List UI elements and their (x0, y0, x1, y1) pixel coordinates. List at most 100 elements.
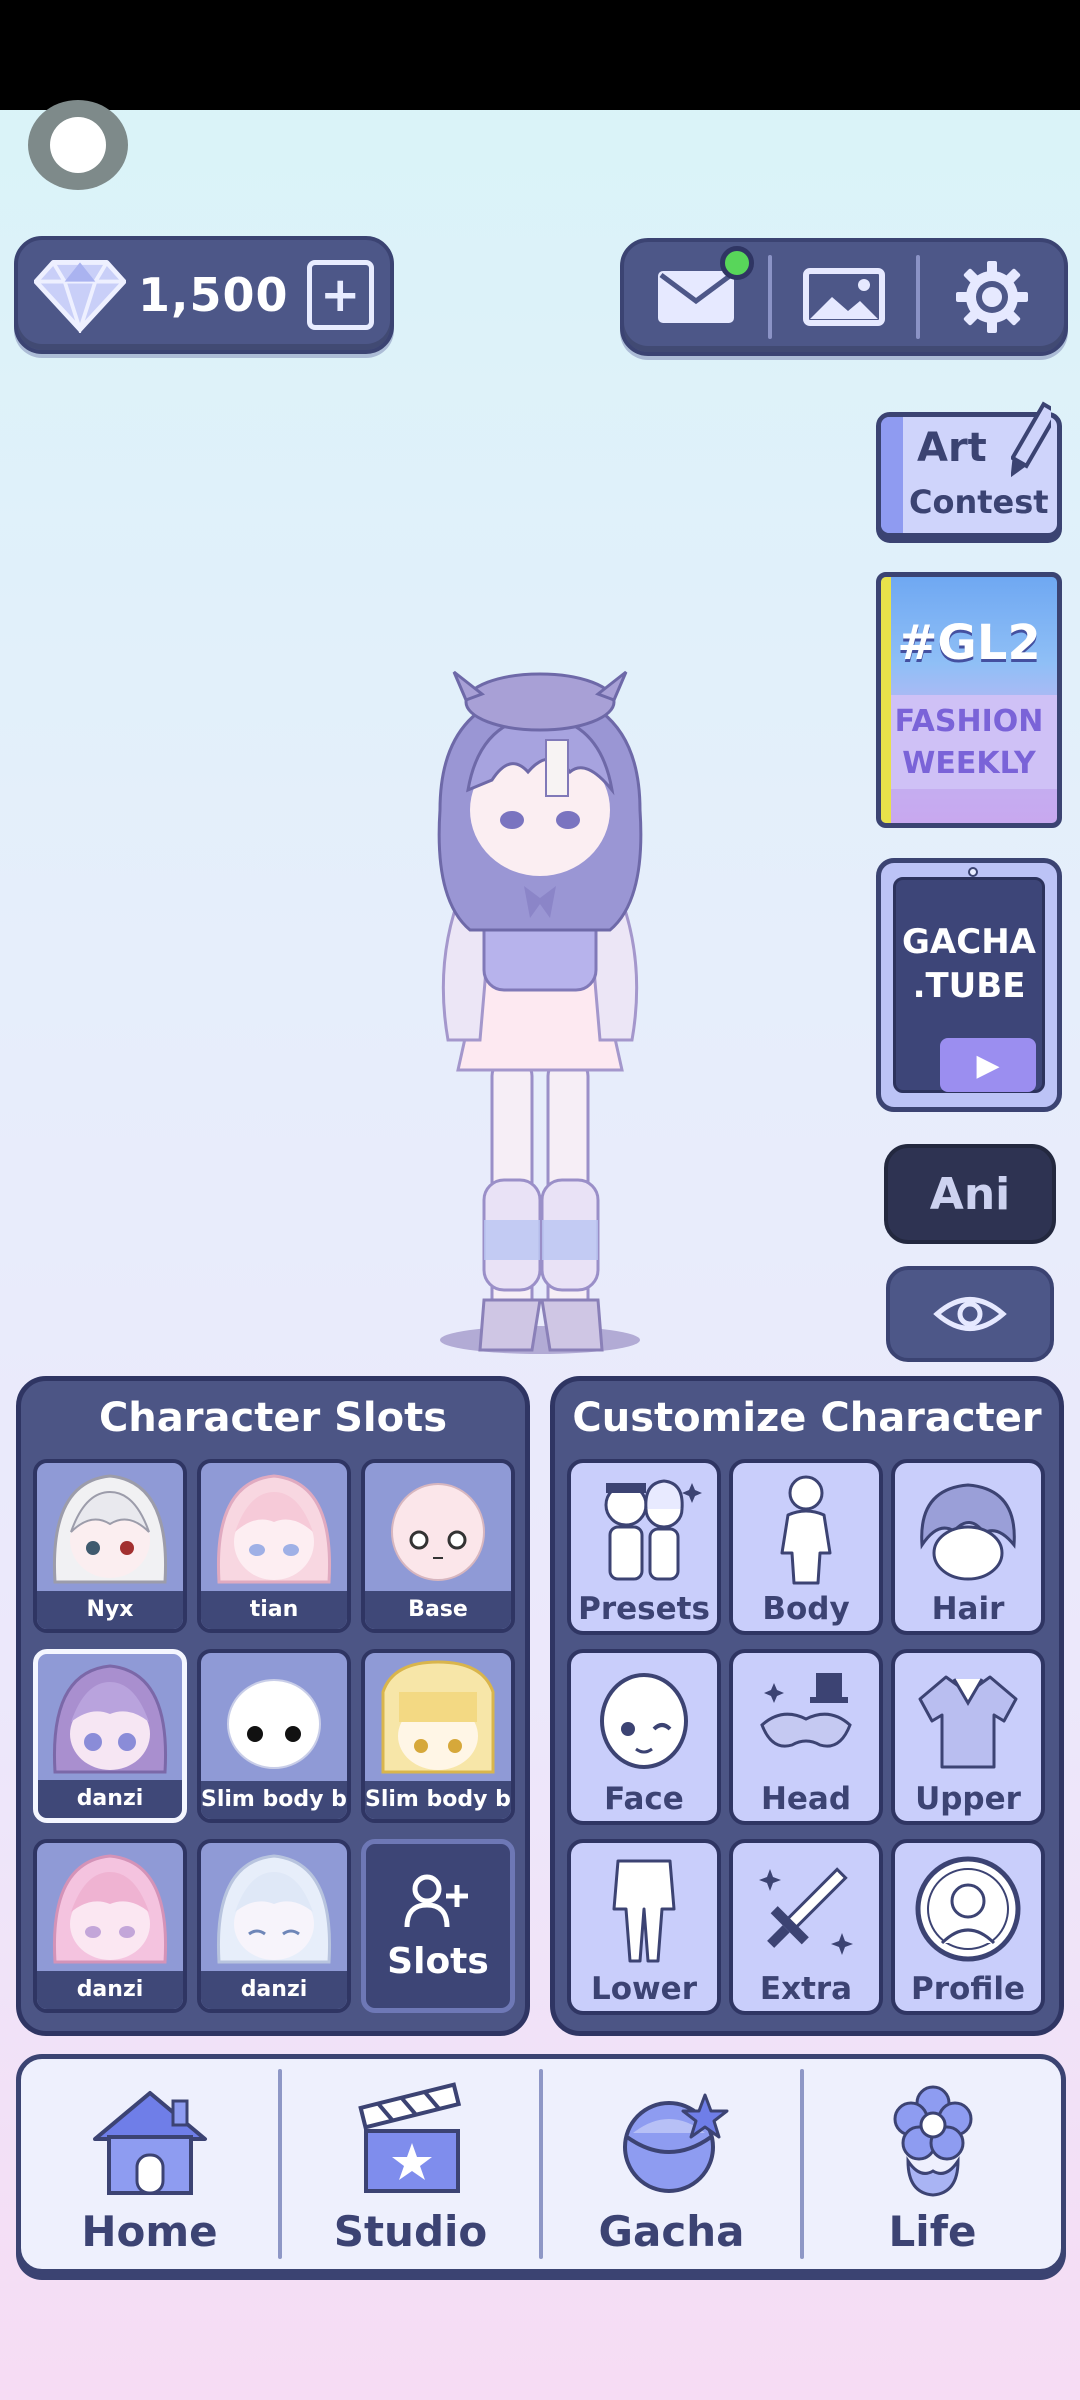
toggle-visibility-button[interactable] (886, 1266, 1054, 1362)
slot-label: danzi (201, 1971, 347, 2009)
add-gems-icon[interactable]: + (306, 260, 374, 330)
gacha-label: GACHA (902, 922, 1036, 962)
house-icon (85, 2081, 215, 2201)
clapperboard-icon (346, 2081, 476, 2201)
character-portrait (38, 1654, 182, 1780)
diamond-icon (34, 260, 126, 333)
slot-portrait-art (391, 1483, 485, 1581)
character-slot[interactable]: Slim body bas (361, 1649, 515, 1823)
character-slot[interactable]: Base (361, 1459, 515, 1633)
customize-presets-button[interactable]: Presets (567, 1459, 721, 1635)
mail-button[interactable] (624, 242, 768, 352)
nav-home[interactable]: Home (21, 2059, 278, 2269)
face-icon (571, 1657, 717, 1781)
gacha-tube-label: GACHA .TUBE (896, 920, 1042, 1008)
customize-label: Body (762, 1591, 850, 1627)
gacha-tube-button[interactable]: GACHA .TUBE ▶ (876, 858, 1062, 1112)
character-slot[interactable]: danzi (197, 1839, 351, 2013)
play-icon: ▶ (940, 1038, 1036, 1092)
body-icon (733, 1467, 879, 1591)
slot-label: Nyx (37, 1591, 183, 1629)
slot-portrait-art (381, 1660, 495, 1774)
customize-label: Lower (590, 1971, 697, 2007)
fashion-weekly-button[interactable]: #GL2 FASHION WEEKLY (876, 572, 1062, 828)
tablet-screen: GACHA .TUBE ▶ (893, 877, 1045, 1093)
character-preview[interactable] (400, 660, 680, 1360)
shirt-icon (895, 1657, 1041, 1781)
screen-record-indicator[interactable] (28, 100, 128, 190)
tube-label: .TUBE (912, 966, 1026, 1006)
customize-profile-button[interactable]: Profile (891, 1839, 1045, 2015)
ani-button[interactable]: Ani (884, 1144, 1056, 1244)
head-accessory-icon (733, 1657, 879, 1781)
customize-label: Profile (911, 1971, 1025, 2007)
slot-label: Slim body bas (365, 1781, 511, 1819)
character-portrait (365, 1653, 511, 1781)
slot-label: danzi (37, 1971, 183, 2009)
character-slot-selected[interactable]: danzi (33, 1649, 187, 1823)
art-contest-title: Art (917, 425, 987, 471)
slot-label: Base (365, 1591, 511, 1629)
slot-label: danzi (38, 1780, 182, 1818)
gallery-button[interactable] (772, 242, 916, 352)
nav-label: Studio (333, 2207, 488, 2256)
fashion-label: FASHION (894, 704, 1044, 739)
sword-icon (733, 1847, 879, 1971)
profile-icon (895, 1847, 1041, 1971)
mail-icon (658, 271, 734, 323)
character-slot[interactable]: Slim body bas (197, 1649, 351, 1823)
customize-head-button[interactable]: Head (729, 1649, 883, 1825)
character-slot[interactable]: danzi (33, 1839, 187, 2013)
nav-label: Home (81, 2207, 218, 2256)
customize-panel-title: Customize Character (572, 1395, 1042, 1441)
pants-icon (571, 1847, 717, 1971)
pencil-icon (1011, 401, 1051, 478)
add-user-icon (404, 1874, 468, 1927)
slot-portrait-art (216, 1854, 332, 1964)
status-bar (0, 0, 1080, 110)
fashion-weekly-label: FASHION WEEKLY (881, 701, 1057, 785)
settings-button[interactable] (920, 242, 1064, 352)
hair-icon (895, 1467, 1041, 1591)
presets-icon (571, 1467, 717, 1591)
customize-hair-button[interactable]: Hair (891, 1459, 1045, 1635)
slot-portrait-art (227, 1679, 321, 1769)
character-slot[interactable]: Nyx (33, 1459, 187, 1633)
slot-portrait-art (52, 1664, 168, 1774)
nav-label: Life (888, 2207, 977, 2256)
customize-lower-button[interactable]: Lower (567, 1839, 721, 2015)
customize-label: Upper (915, 1781, 1021, 1817)
customize-extra-button[interactable]: Extra (729, 1839, 883, 2015)
gacha-capsule-icon (607, 2081, 737, 2201)
flower-icon (868, 2081, 998, 2201)
character-portrait (37, 1463, 183, 1591)
customize-label: Face (604, 1781, 684, 1817)
binder-strip (881, 417, 903, 533)
slot-label: tian (201, 1591, 347, 1629)
customize-label: Hair (931, 1591, 1005, 1627)
magazine-spine (881, 577, 891, 823)
art-contest-subtitle: Contest (909, 483, 1049, 521)
weekly-label: WEEKLY (902, 746, 1036, 781)
currency-display[interactable]: 1,500 + (14, 236, 394, 354)
customize-upper-button[interactable]: Upper (891, 1649, 1045, 1825)
character-slots-panel: Character Slots Nyx tian Base danzi Slim… (16, 1376, 530, 2036)
slots-panel-title: Character Slots (98, 1395, 448, 1441)
nav-gacha[interactable]: Gacha (543, 2059, 800, 2269)
gem-count: 1,500 (137, 268, 289, 322)
nav-label: Gacha (598, 2207, 745, 2256)
nav-life[interactable]: Life (804, 2059, 1061, 2269)
character-slot[interactable]: tian (197, 1459, 351, 1633)
character-portrait (37, 1843, 183, 1971)
slot-portrait-art (216, 1474, 332, 1584)
slot-portrait-art (52, 1474, 168, 1584)
customize-label: Extra (759, 1971, 853, 2007)
customize-body-button[interactable]: Body (729, 1459, 883, 1635)
nav-studio[interactable]: Studio (282, 2059, 539, 2269)
character-portrait (201, 1653, 347, 1781)
add-slots-button[interactable]: Slots (361, 1839, 515, 2013)
customize-face-button[interactable]: Face (567, 1649, 721, 1825)
art-contest-button[interactable]: Art Contest (876, 401, 1062, 538)
settings-icon (956, 261, 1028, 333)
character-portrait (201, 1843, 347, 1971)
